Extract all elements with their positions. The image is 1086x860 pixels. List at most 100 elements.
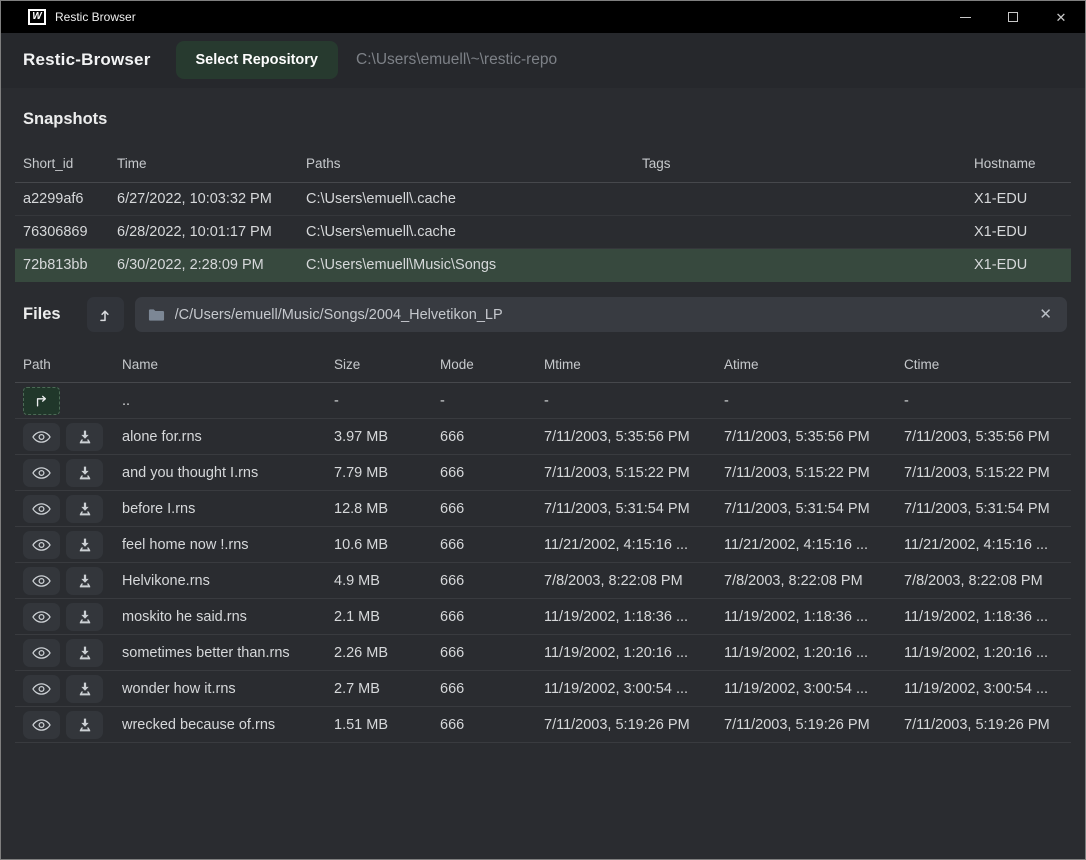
download-icon — [77, 573, 93, 589]
clear-icon: ✕ — [1039, 306, 1052, 323]
preview-file-button[interactable] — [23, 639, 60, 667]
preview-file-button[interactable] — [23, 459, 60, 487]
snapshot-hostname: X1-EDU — [966, 257, 1071, 273]
file-atime: 7/11/2003, 5:19:26 PM — [716, 717, 896, 733]
snapshots-table-header: Short_id Time Paths Tags Hostname — [15, 145, 1071, 183]
clear-path-button[interactable]: ✕ — [1037, 307, 1054, 322]
file-ctime: 11/21/2002, 4:15:16 ... — [896, 537, 1071, 553]
snapshot-paths: C:\Users\emuell\.cache — [298, 224, 634, 240]
file-row[interactable]: feel home now !.rns10.6 MB66611/21/2002,… — [15, 527, 1071, 563]
file-atime: 11/19/2002, 3:00:54 ... — [716, 681, 896, 697]
preview-file-button[interactable] — [23, 603, 60, 631]
preview-file-button[interactable] — [23, 675, 60, 703]
file-atime: 7/11/2003, 5:35:56 PM — [716, 429, 896, 445]
file-mode: 666 — [432, 681, 536, 697]
eye-icon — [32, 718, 51, 732]
file-size: - — [326, 393, 432, 409]
file-row[interactable]: alone for.rns3.97 MB6667/11/2003, 5:35:5… — [15, 419, 1071, 455]
snapshot-row[interactable]: 76306869 6/28/2022, 10:01:17 PM C:\Users… — [15, 216, 1071, 249]
file-mode: 666 — [432, 609, 536, 625]
download-icon — [77, 501, 93, 517]
snapshot-hostname: X1-EDU — [966, 191, 1071, 207]
preview-file-button[interactable] — [23, 531, 60, 559]
window-controls: ✕ — [941, 1, 1085, 33]
file-atime: 7/8/2003, 8:22:08 PM — [716, 573, 896, 589]
file-mtime: 7/11/2003, 5:35:56 PM — [536, 429, 716, 445]
maximize-button[interactable] — [989, 1, 1037, 33]
snapshot-short-id: a2299af6 — [15, 191, 109, 207]
snapshots-heading: Snapshots — [1, 88, 1085, 145]
col-mtime: Mtime — [536, 357, 716, 372]
snapshot-row[interactable]: a2299af6 6/27/2022, 10:03:32 PM C:\Users… — [15, 183, 1071, 216]
eye-icon — [32, 682, 51, 696]
download-file-button[interactable] — [66, 459, 103, 487]
file-size: 2.26 MB — [326, 645, 432, 661]
file-atime: 7/11/2003, 5:15:22 PM — [716, 465, 896, 481]
file-name: feel home now !.rns — [114, 537, 326, 553]
download-file-button[interactable] — [66, 423, 103, 451]
minimize-button[interactable] — [941, 1, 989, 33]
file-row[interactable]: wrecked because of.rns1.51 MB6667/11/200… — [15, 707, 1071, 743]
files-breadcrumb[interactable]: /C/Users/emuell/Music/Songs/2004_Helveti… — [135, 297, 1067, 332]
snapshot-hostname: X1-EDU — [966, 224, 1071, 240]
window-title: Restic Browser — [55, 10, 136, 24]
download-icon — [77, 537, 93, 553]
file-name: before I.rns — [114, 501, 326, 517]
eye-icon — [32, 646, 51, 660]
eye-icon — [32, 466, 51, 480]
file-mode: 666 — [432, 717, 536, 733]
file-name: and you thought I.rns — [114, 465, 326, 481]
download-file-button[interactable] — [66, 639, 103, 667]
close-icon: ✕ — [1056, 11, 1067, 24]
repository-path: C:\Users\emuell\~\restic-repo — [356, 51, 557, 69]
file-size: 4.9 MB — [326, 573, 432, 589]
download-file-button[interactable] — [66, 531, 103, 559]
file-row[interactable]: before I.rns12.8 MB6667/11/2003, 5:31:54… — [15, 491, 1071, 527]
col-name: Name — [114, 357, 326, 372]
file-row[interactable]: and you thought I.rns7.79 MB6667/11/2003… — [15, 455, 1071, 491]
download-file-button[interactable] — [66, 675, 103, 703]
snapshot-paths: C:\Users\emuell\Music\Songs — [298, 257, 634, 273]
file-row[interactable]: moskito he said.rns2.1 MB666 11/19/2002, … — [15, 599, 1071, 635]
snapshots-table: Short_id Time Paths Tags Hostname a2299a… — [15, 145, 1071, 282]
file-mode: 666 — [432, 429, 536, 445]
files-table-header: Path Name Size Mode Mtime Atime Ctime — [15, 346, 1071, 383]
file-size: 1.51 MB — [326, 717, 432, 733]
file-size: 2.1 MB — [326, 609, 432, 625]
close-button[interactable]: ✕ — [1037, 1, 1085, 33]
file-row[interactable]: wonder how it.rns2.7 MB66611/19/2002, 3:… — [15, 671, 1071, 707]
file-name: sometimes better than.rns — [114, 645, 326, 661]
snapshot-time: 6/30/2022, 2:28:09 PM — [109, 257, 298, 273]
dump-snapshot-button[interactable] — [87, 297, 124, 332]
preview-file-button[interactable] — [23, 423, 60, 451]
file-mode: - — [432, 393, 536, 409]
snapshot-row-selected[interactable]: 72b813bb 6/30/2022, 2:28:09 PM C:\Users\… — [15, 249, 1071, 282]
folder-icon — [148, 308, 165, 322]
file-ctime: 11/19/2002, 1:20:16 ... — [896, 645, 1071, 661]
file-size: 2.7 MB — [326, 681, 432, 697]
file-row[interactable]: Helvikone.rns4.9 MB6667/8/2003, 8:22:08 … — [15, 563, 1071, 599]
download-file-button[interactable] — [66, 495, 103, 523]
preview-file-button[interactable] — [23, 711, 60, 739]
download-file-button[interactable] — [66, 711, 103, 739]
snapshot-time: 6/27/2022, 10:03:32 PM — [109, 191, 298, 207]
file-row[interactable]: sometimes better than.rns2.26 MB66611/19… — [15, 635, 1071, 671]
parent-dir-row[interactable]: .. - - - - - — [15, 383, 1071, 419]
download-icon — [77, 645, 93, 661]
breadcrumb-path: /C/Users/emuell/Music/Songs/2004_Helveti… — [175, 307, 503, 323]
preview-file-button[interactable] — [23, 495, 60, 523]
file-ctime: 11/19/2002, 1:18:36 ... — [896, 609, 1071, 625]
app-title: Restic-Browser — [23, 50, 151, 70]
go-up-directory-button[interactable] — [23, 387, 60, 415]
file-mode: 666 — [432, 465, 536, 481]
file-name: moskito he said.rns — [114, 609, 326, 625]
select-repository-button[interactable]: Select Repository — [176, 41, 339, 79]
download-file-button[interactable] — [66, 603, 103, 631]
file-mode: 666 — [432, 537, 536, 553]
preview-file-button[interactable] — [23, 567, 60, 595]
files-table: Path Name Size Mode Mtime Atime Ctime ..… — [15, 346, 1071, 743]
file-atime: 7/11/2003, 5:31:54 PM — [716, 501, 896, 517]
file-mode: 666 — [432, 573, 536, 589]
file-atime: 11/21/2002, 4:15:16 ... — [716, 537, 896, 553]
download-file-button[interactable] — [66, 567, 103, 595]
